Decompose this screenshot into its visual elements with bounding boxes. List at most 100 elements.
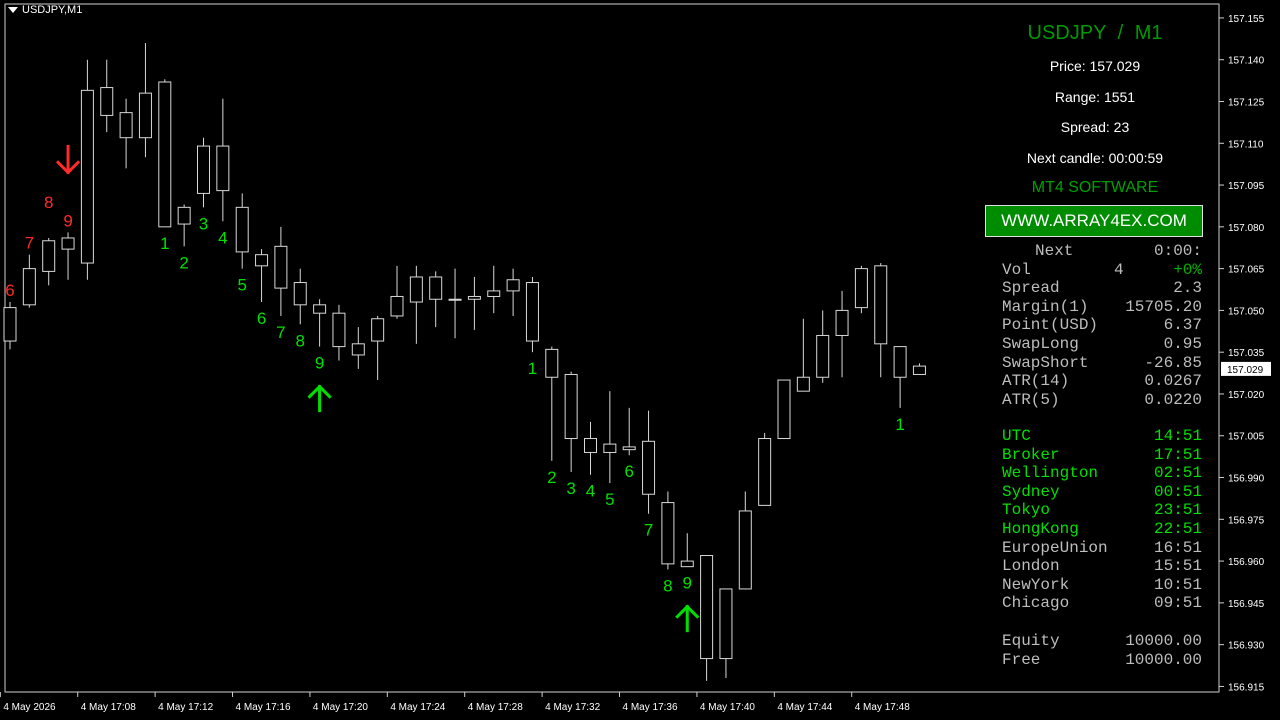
x-tick-label: 4 May 17:20 xyxy=(313,702,368,713)
stat-label: ATR(14) xyxy=(1002,372,1070,391)
y-tick-label: 157.020 xyxy=(1228,390,1265,401)
dropdown-triangle-icon[interactable] xyxy=(8,7,18,14)
stat-row: Spread 2.3 xyxy=(1002,279,1202,297)
candle-body xyxy=(603,443,617,453)
account-row: Equity 10000.00 xyxy=(1002,632,1202,650)
panel-title: USDJPY / M1 xyxy=(1027,22,1163,44)
stat-value: 0.95 xyxy=(1163,335,1202,353)
count-label: 5 xyxy=(237,276,246,295)
count-label: 6 xyxy=(257,309,266,328)
candle-body xyxy=(235,206,249,253)
stat-value: 15705.20 xyxy=(1125,297,1202,316)
candle-body xyxy=(758,438,772,506)
clock-value: 15:51 xyxy=(1153,557,1202,576)
candle-body xyxy=(487,290,501,297)
clock-row: EuropeUnion 16:51 xyxy=(1002,539,1202,557)
candle-body xyxy=(138,92,152,139)
clock-label: NewYork xyxy=(1002,575,1070,594)
y-tick-label: 156.990 xyxy=(1228,474,1265,485)
next-candle-line: Next candle: 00:00:59 xyxy=(1026,150,1164,166)
stat-row: SwapLong 0.95 xyxy=(1002,335,1202,353)
clock-label: Sydney xyxy=(1002,482,1060,501)
candle-body xyxy=(525,282,539,342)
candle-body xyxy=(409,276,423,303)
candle-body xyxy=(816,334,830,378)
clock-row: UTC 14:51 xyxy=(1002,427,1202,445)
count-label: 3 xyxy=(566,479,575,498)
candle-body xyxy=(332,312,346,348)
candle-body xyxy=(255,254,269,267)
count-label: 5 xyxy=(605,490,614,509)
range-line: Range: 1551 xyxy=(1054,89,1136,105)
x-tick-label: 4 May 17:16 xyxy=(236,702,291,713)
stat-label: ATR(5) xyxy=(1002,390,1060,409)
candle-body xyxy=(545,348,559,378)
clock-value: 22:51 xyxy=(1153,520,1202,538)
x-tick-label: 4 May 2026 xyxy=(3,702,56,713)
clock-label: London xyxy=(1002,557,1060,576)
y-tick-label: 157.050 xyxy=(1228,306,1265,317)
candle-body xyxy=(119,112,133,139)
y-tick-label: 156.975 xyxy=(1228,515,1265,526)
candle-body xyxy=(448,298,462,301)
price-axis: 157.155 157.140 157.125 157.110 157.095 157.0… xyxy=(1219,14,1271,693)
candle xyxy=(661,491,675,570)
candle-body xyxy=(719,588,733,660)
candle-body xyxy=(874,265,888,345)
stat-label: Vol xyxy=(1002,260,1031,279)
candle-body xyxy=(700,555,714,660)
candle-body xyxy=(429,276,443,300)
candle-body xyxy=(3,307,17,342)
candle-body xyxy=(274,245,288,289)
y-tick-label: 156.945 xyxy=(1228,599,1265,610)
y-tick-label: 157.065 xyxy=(1228,265,1265,276)
clock-label: UTC xyxy=(1002,427,1031,445)
candle xyxy=(777,379,791,440)
candle-body xyxy=(293,282,307,306)
count-label: 9 xyxy=(315,354,324,373)
clock-row: Wellington 02:51 xyxy=(1002,464,1202,482)
stat-value: 0.0267 xyxy=(1144,372,1202,391)
stat-label: Next xyxy=(1035,242,1074,260)
candle-body xyxy=(390,295,404,317)
stat-row: ATR(14) 0.0267 xyxy=(1002,372,1202,390)
stat-row: Margin(1) 15705.20 xyxy=(1002,298,1202,316)
clock-value: 14:51 xyxy=(1153,427,1202,445)
clock-value: 09:51 xyxy=(1153,594,1202,613)
clock-label: Wellington xyxy=(1002,464,1099,483)
account-label: Equity xyxy=(1002,632,1060,650)
count-label: 4 xyxy=(586,482,595,501)
candle xyxy=(158,79,172,228)
clock-row: Broker 17:51 xyxy=(1002,446,1202,464)
candle-body xyxy=(796,376,810,392)
clock-row: HongKong 22:51 xyxy=(1002,520,1202,538)
count-label: 1 xyxy=(160,234,169,253)
count-label: 3 xyxy=(199,214,208,233)
stat-row: Point(USD) 6.37 xyxy=(1002,316,1202,334)
stat-next: Next 0:00: xyxy=(1002,242,1202,260)
stat-value: 0.0220 xyxy=(1144,390,1202,409)
clock-label: HongKong xyxy=(1002,520,1079,538)
x-tick-label: 4 May 17:36 xyxy=(623,702,678,713)
count-label: 8 xyxy=(296,331,305,350)
count-label: 7 xyxy=(644,521,653,540)
account-row: Free 10000.00 xyxy=(1002,651,1202,669)
x-tick-label: 4 May 17:12 xyxy=(158,702,213,713)
website-link-button[interactable]: WWW.ARRAY4EX.COM xyxy=(985,205,1203,237)
count-label: 4 xyxy=(218,228,227,247)
brand-label: MT4 SOFTWARE xyxy=(1031,179,1159,196)
count-label: 8 xyxy=(663,576,672,595)
x-tick-label: 4 May 17:48 xyxy=(855,702,910,713)
stat-label: SwapLong xyxy=(1002,335,1079,353)
candle-body xyxy=(313,304,327,314)
count-label: 1 xyxy=(528,359,537,378)
account-value: 10000.00 xyxy=(1125,632,1202,650)
candle-body xyxy=(506,279,520,292)
candle-body xyxy=(661,502,675,565)
stat-row: SwapShort -26.85 xyxy=(1002,354,1202,372)
y-tick-label: 157.140 xyxy=(1228,56,1265,67)
clock-value: 16:51 xyxy=(1153,538,1202,557)
chart-symbol-header[interactable]: USDJPY,M1 xyxy=(8,4,82,16)
y-tick-label: 157.125 xyxy=(1228,97,1265,108)
y-tick-label: 157.110 xyxy=(1228,139,1264,150)
